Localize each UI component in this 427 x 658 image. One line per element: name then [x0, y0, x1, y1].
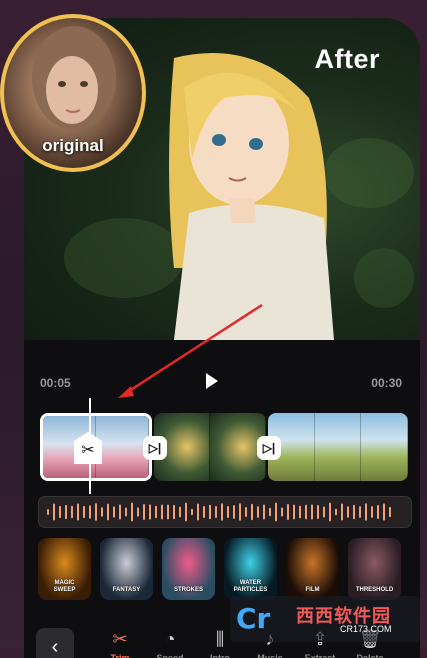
tool-label: Delete [356, 653, 384, 658]
tool-label: Trim [110, 653, 130, 658]
tool-label: Music [257, 653, 283, 658]
tool-label: Intro [210, 653, 230, 658]
watermark-sub: CR173.COM [340, 624, 392, 634]
watermark-logo: Cr [236, 602, 271, 635]
comparison-arrow [118, 303, 263, 398]
tool-label: Extract [304, 653, 336, 658]
watermark: Cr 西西软件园 CR173.COM [230, 596, 420, 642]
tool-label: Speed [156, 653, 184, 658]
